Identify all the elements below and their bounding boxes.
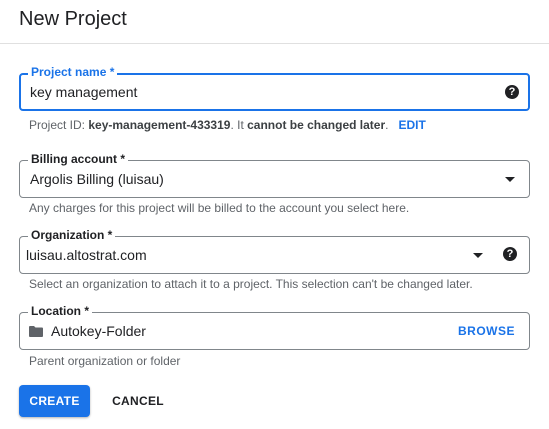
project-name-field[interactable]: Project name * key management ? xyxy=(19,65,530,111)
organization-value: luisau.altostrat.com xyxy=(26,247,147,263)
billing-account-select[interactable]: Billing account * Argolis Billing (luisa… xyxy=(19,152,530,198)
create-button[interactable]: CREATE xyxy=(19,385,90,417)
dialog-title: New Project xyxy=(19,8,127,30)
project-id-middle: . It xyxy=(230,118,248,132)
billing-account-label: Billing account * xyxy=(28,152,129,166)
browse-button[interactable]: BROWSE xyxy=(458,324,515,338)
organization-hint: Select an organization to attach it to a… xyxy=(29,277,473,291)
location-value: Autokey-Folder xyxy=(51,323,146,339)
location-field[interactable]: Location * Autokey-Folder BROWSE xyxy=(19,304,530,350)
location-label: Location * xyxy=(28,304,93,318)
billing-hint: Any charges for this project will be bil… xyxy=(29,201,410,215)
project-id-suffix: . xyxy=(385,118,389,132)
dialog-header: New Project xyxy=(0,0,549,44)
dropdown-arrow-icon[interactable] xyxy=(473,253,483,258)
project-id-value: key-management-433319 xyxy=(88,118,231,132)
folder-icon xyxy=(29,326,43,337)
project-id-hint: Project ID: key-management-433319. It ca… xyxy=(29,118,426,132)
dropdown-arrow-icon[interactable] xyxy=(505,177,515,182)
billing-account-value: Argolis Billing (luisau) xyxy=(30,171,164,187)
project-id-prefix: Project ID: xyxy=(29,118,89,132)
help-icon[interactable]: ? xyxy=(505,85,519,99)
help-icon[interactable]: ? xyxy=(503,247,517,261)
organization-select[interactable]: Organization * luisau.altostrat.com ? xyxy=(19,228,530,274)
edit-project-id-link[interactable]: EDIT xyxy=(399,118,426,132)
project-name-label: Project name * xyxy=(28,65,118,79)
project-id-warning: cannot be changed later xyxy=(247,118,386,132)
cancel-button[interactable]: CANCEL xyxy=(105,385,171,417)
project-name-input[interactable]: key management xyxy=(30,84,137,100)
location-hint: Parent organization or folder xyxy=(29,354,181,368)
organization-label: Organization * xyxy=(28,228,116,242)
